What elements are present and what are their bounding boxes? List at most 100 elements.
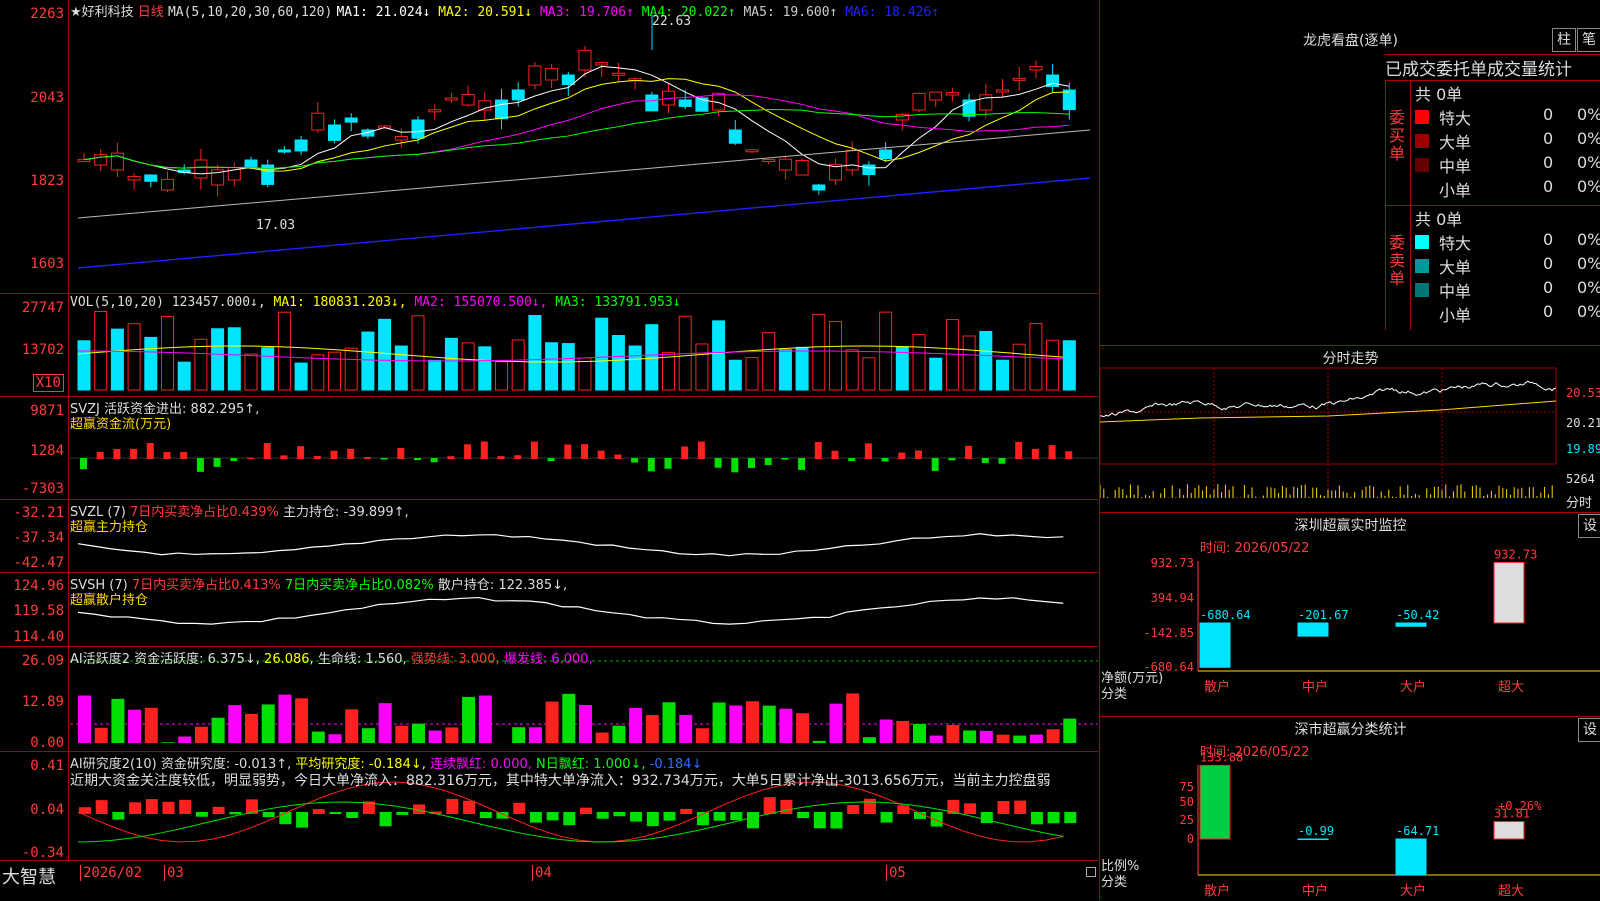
lock-icon[interactable] (1086, 867, 1096, 877)
volume-bar (1013, 344, 1025, 390)
buy-swatch (1415, 110, 1429, 124)
volume-bar (746, 358, 758, 390)
activity-bar (896, 721, 909, 743)
candle-body (429, 110, 441, 112)
buy-block: 委买单 共 0单 特大00%大单00%中单00%小单00% (1385, 80, 1600, 205)
flow-bar (765, 458, 772, 465)
value-label: 932.73 (1494, 547, 1537, 561)
candle-body (1063, 90, 1075, 110)
activity-bar (429, 731, 442, 743)
svzj-subtitle: 超赢资金流(万元) (70, 413, 171, 432)
bar-mode-button[interactable]: 柱 (1552, 28, 1576, 52)
ai1-burst-line: 爆发线: 6.000, (504, 652, 593, 667)
flow-bar (598, 451, 605, 459)
flow-bar (280, 455, 287, 459)
volume-bar (111, 329, 123, 390)
volume-bar (412, 316, 424, 390)
activity-bar (345, 709, 358, 743)
candle-body (963, 100, 975, 116)
activity-bar (746, 701, 759, 743)
activity-bar (212, 718, 225, 743)
research-line (78, 782, 1063, 842)
activity-bar (880, 720, 893, 743)
sz-monitor-xlabel: 分类 (1101, 683, 1127, 702)
research-bar (580, 808, 592, 814)
flow-bar (932, 458, 939, 471)
flow-bar (698, 442, 705, 459)
volume-bar (462, 343, 474, 390)
value-bar (1494, 822, 1524, 839)
activity-bar (763, 706, 776, 743)
date-tick: 03 (164, 865, 184, 881)
research-bar (630, 812, 642, 822)
activity-bar (930, 736, 943, 743)
ai-activity-panel[interactable]: 26.09 12.89 0.00 AI活跃度2 资金活跃度: 6.375↓, 2… (0, 647, 1098, 752)
research-bar (931, 812, 943, 827)
volume-bar (278, 312, 290, 390)
svsh-panel[interactable]: 124.96 119.58 114.40 SVSH (7) 7日内买卖净占比0.… (0, 573, 1098, 647)
volume-bar (696, 344, 708, 390)
activity-bar (445, 727, 458, 743)
volume-bar (162, 316, 174, 390)
ai1-life-line: 生命线: 1.560, (318, 652, 407, 667)
intraday-panel[interactable]: 分时走势 20.53 20.21 19.89 5264 分时 (1099, 346, 1600, 513)
flow-bar (581, 444, 588, 459)
date-tick: 05 (886, 865, 906, 881)
candle-body (95, 155, 107, 165)
flow-bar (614, 454, 621, 459)
category-label: 大户 (1400, 883, 1426, 899)
flow-bar (447, 456, 454, 459)
activity-bar (128, 710, 141, 743)
buy-pct: 0% (1577, 129, 1600, 148)
volume-bar (228, 328, 240, 390)
research-bar (797, 812, 809, 818)
candle-body (412, 120, 424, 138)
value-label: -50.42 (1396, 608, 1439, 622)
volume-bar (930, 358, 942, 390)
activity-bar (963, 730, 976, 743)
volume-bar (1030, 324, 1042, 390)
activity-bar (512, 727, 525, 743)
kline-panel[interactable]: 2263 2043 1823 1603 ★好利科技 日线 MA(5,10,20,… (0, 0, 1098, 294)
candle-body (145, 175, 157, 181)
volume-bar (796, 347, 808, 390)
candle-body (512, 90, 524, 100)
flow-bar (1015, 442, 1022, 459)
sell-rows: 共 0单 特大00%大单00%中单00%小单00% (1410, 206, 1600, 330)
volume-panel[interactable]: 27747 13702 X10 VOL(5,10,20) 123457.000↓… (0, 294, 1098, 397)
research-bar (664, 812, 676, 821)
volume-bar (1047, 340, 1059, 390)
flow-bar (197, 458, 204, 472)
volume-bar (395, 346, 407, 390)
sell-row: 大单00% (1411, 254, 1600, 278)
research-bar (129, 802, 141, 814)
activity-bar (796, 713, 809, 743)
vol-value: 123457.000↓, (172, 295, 266, 310)
tick-mode-button[interactable]: 笔 (1577, 28, 1600, 52)
svzl-panel[interactable]: -32.21 -37.34 -42.47 SVZL (7) 7日内买卖净占比0.… (0, 500, 1098, 573)
research-bar (981, 812, 993, 823)
volume-bar (629, 346, 641, 390)
value-label: -0.99 (1298, 824, 1334, 838)
flow-bar (481, 442, 488, 459)
sell-pct: 0% (1577, 254, 1600, 273)
svsh-subtitle: 超赢散户持仓 (70, 589, 148, 608)
y-tick: 25 (1180, 813, 1194, 827)
activity-bar (980, 731, 993, 743)
research-bar (229, 812, 241, 814)
y-tick: 394.94 (1151, 591, 1194, 605)
candle-body (162, 179, 174, 190)
flow-bar (147, 443, 154, 459)
y-tick: 75 (1180, 780, 1194, 794)
buy-row: 中单00% (1411, 153, 1600, 177)
volume-bar (880, 312, 892, 390)
research-bar (730, 812, 742, 820)
flow-bar (631, 458, 638, 463)
ai-research-panel[interactable]: 0.41 0.04 -0.34 AI研究度2(10) 资金研究度: -0.013… (0, 752, 1098, 860)
value-label: -201.67 (1298, 608, 1349, 622)
activity-bar (529, 727, 542, 743)
activity-bar (178, 737, 191, 743)
svzj-panel[interactable]: 9871 1284 -7303 SVZJ 活跃资金进出: 882.295↑, 超… (0, 397, 1098, 500)
volume-bar (596, 318, 608, 390)
ma-line (84, 66, 1069, 174)
